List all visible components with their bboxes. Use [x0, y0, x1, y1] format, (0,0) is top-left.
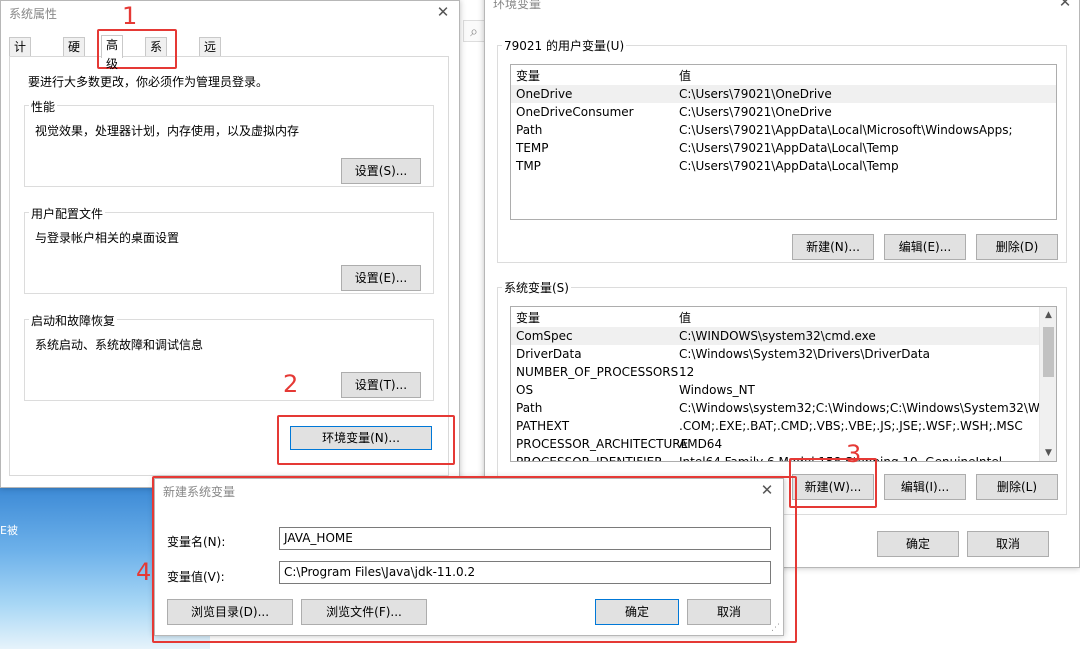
startup-settings-button[interactable]: 设置(T)... [341, 372, 421, 398]
tab-remote[interactable]: 远程 [199, 37, 222, 73]
variable-value: C:\Users\79021\AppData\Local\Temp [679, 159, 899, 173]
annotation-box-system-new [789, 458, 877, 508]
user-profile-settings-button[interactable]: 设置(E)... [341, 265, 421, 291]
variable-name: TEMP [516, 141, 549, 155]
annotation-number-3: 3 [846, 440, 862, 468]
variable-name: OneDriveConsumer [516, 105, 634, 119]
startup-recovery-group: 启动和故障恢复 系统启动、系统故障和调试信息 设置(T)... [24, 312, 434, 401]
cancel-button[interactable]: 取消 [967, 531, 1049, 557]
startup-recovery-title: 启动和故障恢复 [29, 312, 118, 329]
annotation-box-new-dialog [152, 476, 797, 643]
variable-name: PATHEXT [516, 419, 570, 433]
column-variable[interactable]: 变量 [516, 309, 540, 327]
variable-value: Windows_NT [679, 383, 755, 397]
ok-button[interactable]: 确定 [877, 531, 959, 557]
table-row[interactable]: Path C:\Users\79021\AppData\Local\Micros… [511, 121, 1056, 139]
tab-computer-name[interactable]: 计算机名 [9, 37, 32, 111]
table-row[interactable]: DriverData C:\Windows\System32\Drivers\D… [511, 345, 1039, 363]
tab-advanced[interactable]: 高级 [101, 35, 124, 71]
close-icon[interactable]: ✕ [433, 3, 453, 23]
window-title: 环境变量 [493, 0, 542, 11]
system-variables-title: 系统变量(S) [502, 279, 571, 296]
user-variables-list[interactable]: 变量 值 OneDrive C:\Users\79021\OneDrive On… [510, 64, 1057, 220]
table-row[interactable]: PATHEXT .COM;.EXE;.BAT;.CMD;.VBS;.VBE;.J… [511, 417, 1039, 435]
variable-name: NUMBER_OF_PROCESSORS [516, 365, 679, 379]
variable-name: TMP [516, 159, 541, 173]
scroll-thumb[interactable] [1043, 327, 1054, 377]
table-row[interactable]: NUMBER_OF_PROCESSORS 12 [511, 363, 1039, 381]
column-variable[interactable]: 变量 [516, 67, 540, 85]
user-edit-button[interactable]: 编辑(E)... [884, 234, 966, 260]
variable-value: C:\Users\79021\AppData\Local\Temp [679, 141, 899, 155]
close-icon[interactable]: ✕ [1055, 0, 1075, 13]
scroll-down-icon[interactable]: ▼ [1040, 445, 1056, 461]
window-title: 系统属性 [9, 7, 58, 21]
variable-value: .COM;.EXE;.BAT;.CMD;.VBS;.VBE;.JS;.JSE;.… [679, 419, 1023, 433]
variable-name: PROCESSOR_ARCHITECTURE [516, 437, 689, 451]
user-variables-group: 79021 的用户变量(U) 变量 值 OneDrive C:\Users\79… [497, 37, 1067, 263]
variable-value: C:\Windows\system32;C:\Windows;C:\Window… [679, 401, 1057, 415]
table-row[interactable]: PROCESSOR_IDENTIFIER Intel64 Family 6 Mo… [511, 453, 1039, 462]
system-variables-list[interactable]: 变量 值 ComSpec C:\WINDOWS\system32\cmd.exe… [510, 306, 1057, 462]
list-header: 变量 值 [511, 67, 1056, 85]
startup-recovery-desc: 系统启动、系统故障和调试信息 [35, 338, 204, 352]
system-delete-button[interactable]: 删除(L) [976, 474, 1058, 500]
variable-value: C:\WINDOWS\system32\cmd.exe [679, 329, 876, 343]
system-edit-button[interactable]: 编辑(I)... [884, 474, 966, 500]
variable-name: ComSpec [516, 329, 573, 343]
column-value[interactable]: 值 [679, 309, 691, 327]
variable-name: PROCESSOR_IDENTIFIER [516, 455, 663, 462]
scroll-up-icon[interactable]: ▲ [1040, 307, 1056, 323]
table-row[interactable]: OneDrive C:\Users\79021\OneDrive [511, 85, 1056, 103]
user-new-button[interactable]: 新建(N)... [792, 234, 874, 260]
performance-settings-button[interactable]: 设置(S)... [341, 158, 421, 184]
variable-value: AMD64 [679, 437, 723, 451]
user-variables-title: 79021 的用户变量(U) [502, 37, 627, 54]
variable-value: C:\Users\79021\OneDrive [679, 105, 832, 119]
system-list-scrollbar[interactable]: ▲ ▼ [1039, 307, 1056, 461]
search-icon[interactable]: ⌕ [463, 20, 485, 42]
variable-name: OneDrive [516, 87, 573, 101]
variable-value: C:\Windows\System32\Drivers\DriverData [679, 347, 930, 361]
table-row[interactable]: ComSpec C:\WINDOWS\system32\cmd.exe [511, 327, 1039, 345]
user-delete-button[interactable]: 删除(D) [976, 234, 1058, 260]
list-header: 变量 值 [511, 309, 1056, 327]
column-value[interactable]: 值 [679, 67, 691, 85]
table-row[interactable]: OS Windows_NT [511, 381, 1039, 399]
annotation-number-1: 1 [122, 2, 138, 30]
user-profile-group: 用户配置文件 与登录帐户相关的桌面设置 设置(E)... [24, 205, 434, 294]
table-row[interactable]: OneDriveConsumer C:\Users\79021\OneDrive [511, 103, 1056, 121]
admin-note: 要进行大多数更改，你必须作为管理员登录。 [28, 75, 269, 89]
variable-value: C:\Users\79021\AppData\Local\Microsoft\W… [679, 123, 1013, 137]
performance-title: 性能 [29, 98, 58, 115]
variable-value: C:\Users\79021\OneDrive [679, 87, 832, 101]
variable-name: DriverData [516, 347, 582, 361]
performance-group: 性能 视觉效果，处理器计划，内存使用，以及虚拟内存 设置(S)... [24, 98, 434, 187]
tab-hardware[interactable]: 硬件 [63, 37, 86, 73]
advanced-tab-panel: 要进行大多数更改，你必须作为管理员登录。 性能 视觉效果，处理器计划，内存使用，… [9, 56, 449, 476]
table-row[interactable]: Path C:\Windows\system32;C:\Windows;C:\W… [511, 399, 1056, 417]
variable-name: Path [516, 123, 543, 137]
table-row[interactable]: TEMP C:\Users\79021\AppData\Local\Temp [511, 139, 1056, 157]
annotation-box-env-button [277, 415, 455, 465]
variable-name: OS [516, 383, 534, 397]
table-row[interactable]: TMP C:\Users\79021\AppData\Local\Temp [511, 157, 1056, 175]
annotation-number-4: 4 [136, 558, 152, 586]
user-profile-title: 用户配置文件 [29, 205, 106, 222]
user-profile-desc: 与登录帐户相关的桌面设置 [35, 231, 180, 245]
desktop-label: E被 [0, 524, 18, 537]
variable-name: Path [516, 401, 543, 415]
variable-value: 12 [679, 365, 695, 379]
table-row[interactable]: PROCESSOR_ARCHITECTURE AMD64 [511, 435, 1039, 453]
performance-desc: 视觉效果，处理器计划，内存使用，以及虚拟内存 [35, 124, 300, 138]
annotation-number-2: 2 [283, 370, 299, 398]
